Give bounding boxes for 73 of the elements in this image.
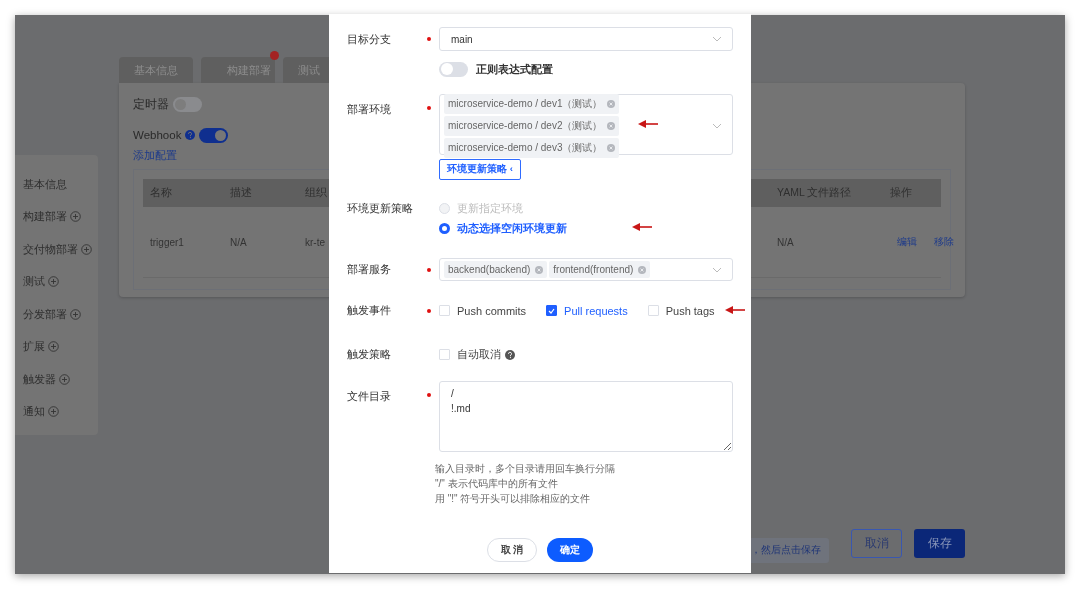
add-circle-icon xyxy=(48,406,59,418)
checkbox-label: Pull requests xyxy=(564,304,628,317)
help-icon xyxy=(185,130,196,140)
sidebar-item[interactable]: 触发器 xyxy=(23,371,56,387)
sidebar-item[interactable]: 测试 xyxy=(23,274,45,290)
table-cell-text: N/A xyxy=(776,236,795,248)
table-cell-text: N/A xyxy=(229,236,248,248)
directory-textarea[interactable]: / !.md xyxy=(439,381,733,452)
add-circle-icon xyxy=(59,373,70,385)
environment-tag: microservice-demo / dev1（测试） xyxy=(444,93,620,114)
arrow-icon xyxy=(632,223,652,231)
remove-tag-icon[interactable] xyxy=(535,265,544,274)
cancel-button[interactable]: 取 消 xyxy=(486,538,538,562)
chevron-down-icon xyxy=(712,36,722,42)
field-label: 部署服务 xyxy=(347,262,392,277)
checkbox-label: Push tags xyxy=(665,304,715,317)
field-label: Webhook xyxy=(133,129,182,141)
help-text: "/" 表示代码库中的所有文件 xyxy=(435,478,559,490)
radio-label: 更新指定环境 xyxy=(457,200,523,216)
add-circle-icon xyxy=(81,243,92,255)
remove-tag-icon[interactable] xyxy=(638,265,647,274)
field-label: 触发策略 xyxy=(347,347,392,362)
help-text: 输入目录时，多个目录请用回车换行分隔 xyxy=(435,463,616,475)
field-label: 环境更新策略 xyxy=(347,201,414,216)
radio-button[interactable] xyxy=(439,222,450,234)
field-label: 触发事件 xyxy=(347,303,392,318)
save-button[interactable]: 保存 xyxy=(914,529,965,558)
environment-tag: microservice-demo / dev3（测试） xyxy=(444,137,620,158)
help-icon xyxy=(505,349,515,360)
sidebar-item[interactable]: 分发部署 xyxy=(23,306,67,322)
action-link[interactable]: 编辑 xyxy=(890,235,917,249)
action-link[interactable]: 移除 xyxy=(927,235,954,249)
cancel-button[interactable]: 取消 xyxy=(851,529,902,558)
sidebar-item[interactable]: 构建部署 xyxy=(23,209,67,225)
field-label: 文件目录 xyxy=(347,389,392,404)
radio-label: 动态选择空闲环境更新 xyxy=(457,220,567,236)
add-circle-icon xyxy=(70,211,81,223)
strategy-button[interactable]: 环境更新策略 ‹ xyxy=(439,159,521,180)
service-select[interactable]: backend(backend) frontend(frontend) xyxy=(439,258,733,281)
sidebar-item[interactable]: 扩展 xyxy=(23,339,45,355)
toggle-switch[interactable] xyxy=(173,96,202,112)
confirm-button[interactable]: 确定 xyxy=(547,538,594,562)
add-circle-icon xyxy=(48,276,59,288)
branch-select[interactable]: main xyxy=(439,27,733,51)
table-cell-text: trigger1 xyxy=(149,236,185,248)
service-tag: backend(backend) xyxy=(444,261,548,278)
table-cell-text: kr-te xyxy=(304,236,326,248)
add-circle-icon xyxy=(48,341,59,353)
toggle-switch[interactable] xyxy=(199,127,229,143)
add-circle-icon xyxy=(70,308,81,320)
field-label: 部署环境 xyxy=(347,102,392,117)
sidebar-item[interactable]: 基本信息 xyxy=(23,176,67,192)
remove-tag-icon[interactable] xyxy=(607,143,616,152)
environment-tag: microservice-demo / dev2（测试） xyxy=(444,115,620,136)
checkbox-label: Push commits xyxy=(457,304,527,317)
checkbox-label: 自动取消 xyxy=(457,347,501,362)
remove-tag-icon[interactable] xyxy=(607,121,616,130)
chevron-down-icon xyxy=(712,122,722,129)
remove-tag-icon[interactable] xyxy=(607,99,616,108)
arrow-icon xyxy=(638,120,658,128)
arrow-icon xyxy=(725,306,745,314)
add-config-link[interactable]: 添加配置 xyxy=(133,148,177,163)
field-label: 定时器 xyxy=(133,96,169,112)
help-text: 用 "!" 符号开头可以排除相应的文件 xyxy=(435,493,592,505)
environment-select[interactable]: microservice-demo / dev1（测试） microservice-demo / dev2（测试） microservice-demo / dev3（测试） xyxy=(439,94,733,155)
sidebar-item[interactable]: 交付物部署 xyxy=(23,241,78,257)
sidebar-item[interactable]: 通知 xyxy=(23,404,45,420)
field-label: 目标分支 xyxy=(347,31,392,47)
toggle-switch[interactable] xyxy=(439,61,468,77)
chevron-down-icon xyxy=(712,266,722,273)
toggle-label: 正则表达式配置 xyxy=(476,61,553,77)
checkbox[interactable] xyxy=(546,305,558,316)
service-tag: frontend(frontend) xyxy=(549,261,651,278)
